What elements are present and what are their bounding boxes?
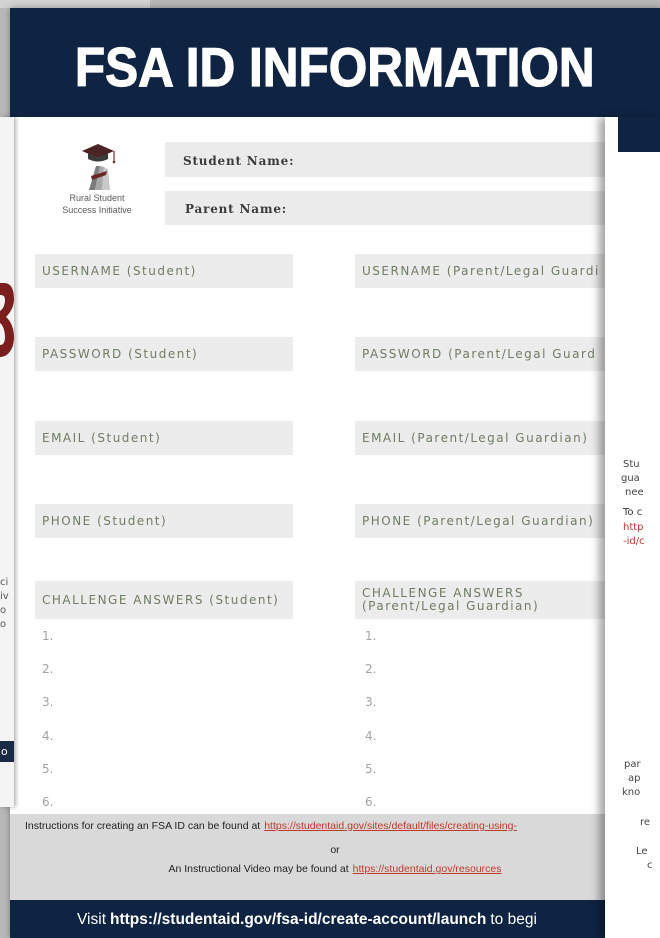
left-text-fragment: o bbox=[0, 619, 7, 630]
left-text-fragment: o bbox=[0, 605, 7, 616]
instructions-text: Instructions for creating an FSA ID can … bbox=[25, 820, 261, 832]
student-answer-list: 1. 2. 3. 4. 5. 6. bbox=[42, 620, 53, 819]
left-text-fragment: iv bbox=[0, 591, 9, 602]
list-item: 3. bbox=[42, 695, 54, 710]
header-band: FSA ID INFORMATION bbox=[10, 8, 660, 117]
or-text: or bbox=[330, 844, 340, 856]
password-student-field: PASSWORD (Student) bbox=[35, 337, 293, 371]
list-item: 1. bbox=[365, 629, 377, 643]
right-text-fragment: Le bbox=[636, 846, 648, 857]
right-link-fragment[interactable]: -id/c bbox=[623, 535, 645, 548]
list-item: 5. bbox=[42, 761, 54, 776]
visit-text: Visit bbox=[77, 911, 107, 928]
parent-name-label: Parent Name: bbox=[185, 202, 287, 216]
list-item: 1. bbox=[42, 629, 54, 643]
right-text-fragment: To c bbox=[623, 507, 643, 518]
list-item: 5. bbox=[365, 761, 377, 776]
parent-answer-list: 1. 2. 3. 4. 5. 6. bbox=[365, 620, 376, 819]
page-title: FSA ID INFORMATION bbox=[75, 35, 596, 98]
left-bar-text: o bbox=[1, 745, 8, 758]
right-text-fragment: kno bbox=[622, 787, 641, 798]
student-name-field: Student Name: bbox=[165, 142, 655, 177]
left-text-fragment: ci bbox=[0, 577, 9, 588]
list-item: 4. bbox=[365, 728, 377, 743]
instructions-link[interactable]: https://studentaid.gov/sites/default/fil… bbox=[264, 820, 517, 832]
left-partial-document: ci iv o o o bbox=[0, 117, 14, 807]
red-glyph-shape bbox=[0, 283, 14, 357]
left-dark-bar: o bbox=[0, 741, 14, 762]
list-item: 4. bbox=[42, 728, 54, 743]
email-student-field: EMAIL (Student) bbox=[35, 421, 293, 455]
right-text-fragment: c bbox=[647, 860, 653, 871]
begin-text: to begi bbox=[490, 911, 537, 928]
challenge-answers-student-field: CHALLENGE ANSWERS (Student) bbox=[35, 581, 293, 619]
fsa-id-information-sheet: FSA ID INFORMATION Rural Student Success… bbox=[10, 8, 660, 938]
right-text-fragment: ap bbox=[628, 773, 641, 784]
logo-line-2: Success Initiative bbox=[62, 205, 132, 215]
student-name-label: Student Name: bbox=[183, 154, 295, 168]
graduation-cap-icon bbox=[82, 144, 116, 190]
list-item: 2. bbox=[42, 662, 54, 677]
video-text: An Instructional Video may be found at bbox=[168, 863, 349, 875]
right-text-fragment: re bbox=[640, 817, 651, 828]
parent-name-field: Parent Name: bbox=[165, 191, 655, 225]
right-text-fragment: nee bbox=[625, 487, 644, 498]
right-text-fragment: Stu bbox=[623, 459, 640, 470]
right-text-fragment: gua bbox=[621, 473, 640, 484]
right-doc-header-block bbox=[618, 117, 660, 152]
right-text-fragment: par bbox=[624, 759, 641, 770]
instructions-line: Instructions for creating an FSA ID can … bbox=[25, 819, 660, 833]
list-item: 3. bbox=[365, 695, 377, 710]
logo-text: Rural Student Success Initiative bbox=[47, 192, 147, 216]
right-link-fragment[interactable]: http bbox=[623, 521, 644, 534]
bottom-call-to-action-bar: Visit https://studentaid.gov/fsa-id/creat… bbox=[10, 900, 660, 938]
username-student-field: USERNAME (Student) bbox=[35, 254, 293, 288]
logo-line-1: Rural Student bbox=[69, 193, 125, 203]
create-account-link[interactable]: https://studentaid.gov/fsa-id/create-acc… bbox=[110, 911, 486, 928]
right-partial-document: Stu gua nee To c http -id/c par ap kno r… bbox=[605, 117, 660, 938]
list-item: 2. bbox=[365, 662, 377, 677]
phone-student-field: PHONE (Student) bbox=[35, 504, 293, 538]
video-line: An Instructional Video may be found at ht… bbox=[10, 862, 660, 876]
video-link[interactable]: https://studentaid.gov/resources bbox=[353, 863, 502, 875]
instructions-footer: Instructions for creating an FSA ID can … bbox=[10, 814, 660, 900]
background-shade bbox=[0, 0, 150, 8]
